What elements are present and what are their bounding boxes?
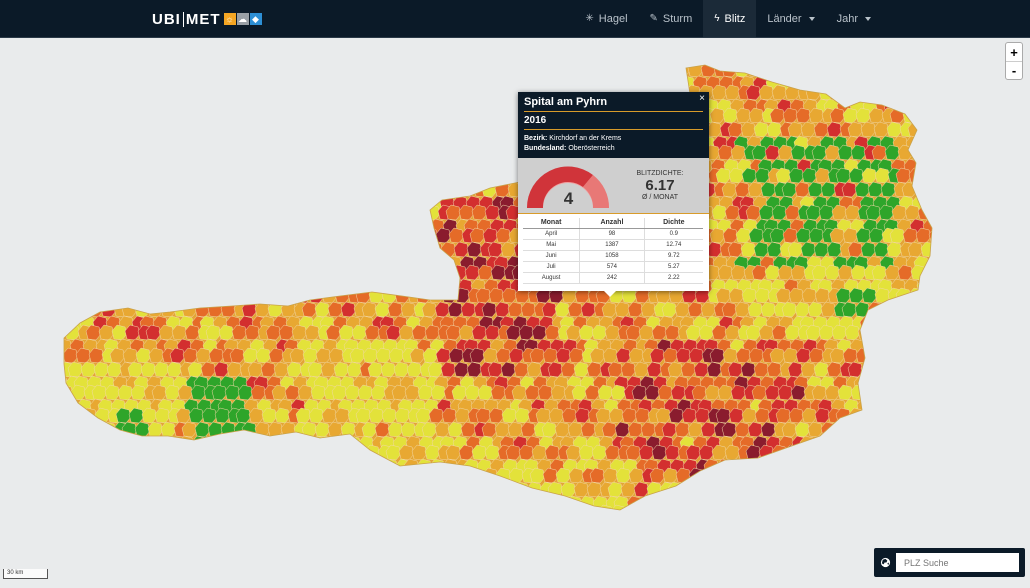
table-cell: 0.9: [643, 228, 703, 240]
table-cell: Juli: [523, 261, 580, 273]
plz-search: [874, 548, 1025, 577]
table-header-row: Monat Anzahl Dichte: [523, 218, 703, 229]
monthly-table: Monat Anzahl Dichte April 98 0.9 Mai 1387 12.74…: [523, 218, 703, 284]
table-cell: 98: [579, 228, 645, 240]
logo-weather-icons: ☼ ☁ ◆: [223, 13, 262, 25]
close-icon[interactable]: ×: [699, 93, 705, 104]
popup-title: Spital am Pyhrn: [524, 96, 703, 112]
ubimet-logo[interactable]: UBI MET ☼ ☁ ◆: [152, 9, 262, 29]
top-navbar: UBI MET ☼ ☁ ◆ ✳ Hagel ✎ Sturm ϟ Blitz Länder Jahr: [0, 0, 1030, 38]
cloud-icon: ☁: [236, 13, 249, 25]
zoom-control: + -: [1005, 42, 1023, 80]
popup-year: 2016: [524, 112, 703, 130]
nav-hagel[interactable]: ✳ Hagel: [574, 0, 638, 37]
table-cell: Mai: [523, 239, 580, 251]
dichte-unit: Ø / MONAT: [641, 194, 679, 201]
table-cell: 2.22: [643, 272, 703, 284]
nav-label: Hagel: [598, 12, 628, 25]
zoom-in-button[interactable]: +: [1006, 43, 1022, 61]
caret-down-icon: [865, 16, 871, 21]
table-cell: 1387: [579, 239, 645, 251]
table-row: Mai 1387 12.74: [523, 239, 703, 251]
table-header-cell: Monat: [523, 218, 580, 229]
table-row: August 242 2.22: [523, 272, 703, 284]
table-row: April 98 0.9: [523, 228, 703, 240]
table-cell: 1058: [579, 250, 645, 262]
table-cell: 12.74: [643, 239, 703, 251]
nav-jahr[interactable]: Jahr: [826, 0, 882, 37]
caret-down-icon: [808, 16, 815, 21]
table-cell: 242: [579, 272, 645, 284]
logo-separator: [182, 11, 184, 27]
popup-tip: [604, 291, 616, 297]
table-cell: August: [523, 272, 580, 284]
sun-icon: ☼: [223, 13, 236, 25]
bezirk-label: Bezirk:: [524, 135, 548, 142]
snowflake-icon: ✳: [585, 13, 594, 24]
table-cell: April: [523, 228, 580, 240]
table-row: Juni 1058 9.72: [523, 250, 703, 262]
bundesland-label: Bundesland:: [524, 145, 567, 152]
drop-icon: ◆: [249, 13, 262, 25]
nav-label: Sturm: [662, 12, 693, 25]
bundesland-value: Oberösterreich: [568, 145, 615, 152]
table-cell: 574: [579, 261, 645, 273]
logo-text-ubi: UBI: [152, 10, 181, 28]
nav-sturm[interactable]: ✎ Sturm: [639, 0, 704, 37]
austria-map[interactable]: [0, 38, 1030, 583]
nav-laender[interactable]: Länder: [756, 0, 825, 37]
nav-blitz[interactable]: ϟ Blitz: [703, 0, 757, 37]
nav-label: Blitz: [724, 12, 746, 25]
gauge-value: 4: [563, 189, 574, 208]
table-cell: 9.72: [643, 250, 703, 262]
dichte-value: 6.17: [645, 177, 675, 194]
table-header-cell: Anzahl: [579, 218, 645, 229]
nav-label: Jahr: [836, 12, 858, 25]
zoom-out-button[interactable]: -: [1006, 61, 1022, 79]
popup-meta: Bezirk: Kirchdorf an der Krems Bundeslan…: [524, 134, 703, 154]
table-header-cell: Dichte: [643, 218, 703, 229]
lightning-icon: ϟ: [714, 13, 720, 24]
main-nav: ✳ Hagel ✎ Sturm ϟ Blitz Länder Jahr: [574, 0, 882, 37]
table-row: Juli 574 5.27: [523, 261, 703, 273]
scale-bar: 30 km: [3, 569, 48, 579]
table-cell: Juni: [523, 250, 580, 262]
municipality-popup: Spital am Pyhrn 2016 Bezirk: Kirchdorf a…: [518, 92, 709, 291]
table-body: April 98 0.9 Mai 1387 12.74 Juni 1058 9.72 Juli 57…: [523, 228, 703, 284]
logo-text-met: MET: [185, 10, 221, 28]
bezirk-value: Kirchdorf an der Krems: [549, 135, 622, 142]
wind-icon: ✎: [649, 13, 658, 24]
dichte-label: BLITZDICHTE:: [636, 170, 684, 177]
nav-label: Länder: [767, 12, 802, 25]
popup-header: Spital am Pyhrn 2016 Bezirk: Kirchdorf a…: [518, 92, 709, 158]
plz-search-input[interactable]: [896, 553, 1019, 572]
globe-icon: [880, 557, 891, 568]
popup-gauge-panel: 4 BLITZDICHTE: 6.17 Ø / MONAT: [518, 158, 709, 214]
table-cell: 5.27: [643, 261, 703, 273]
